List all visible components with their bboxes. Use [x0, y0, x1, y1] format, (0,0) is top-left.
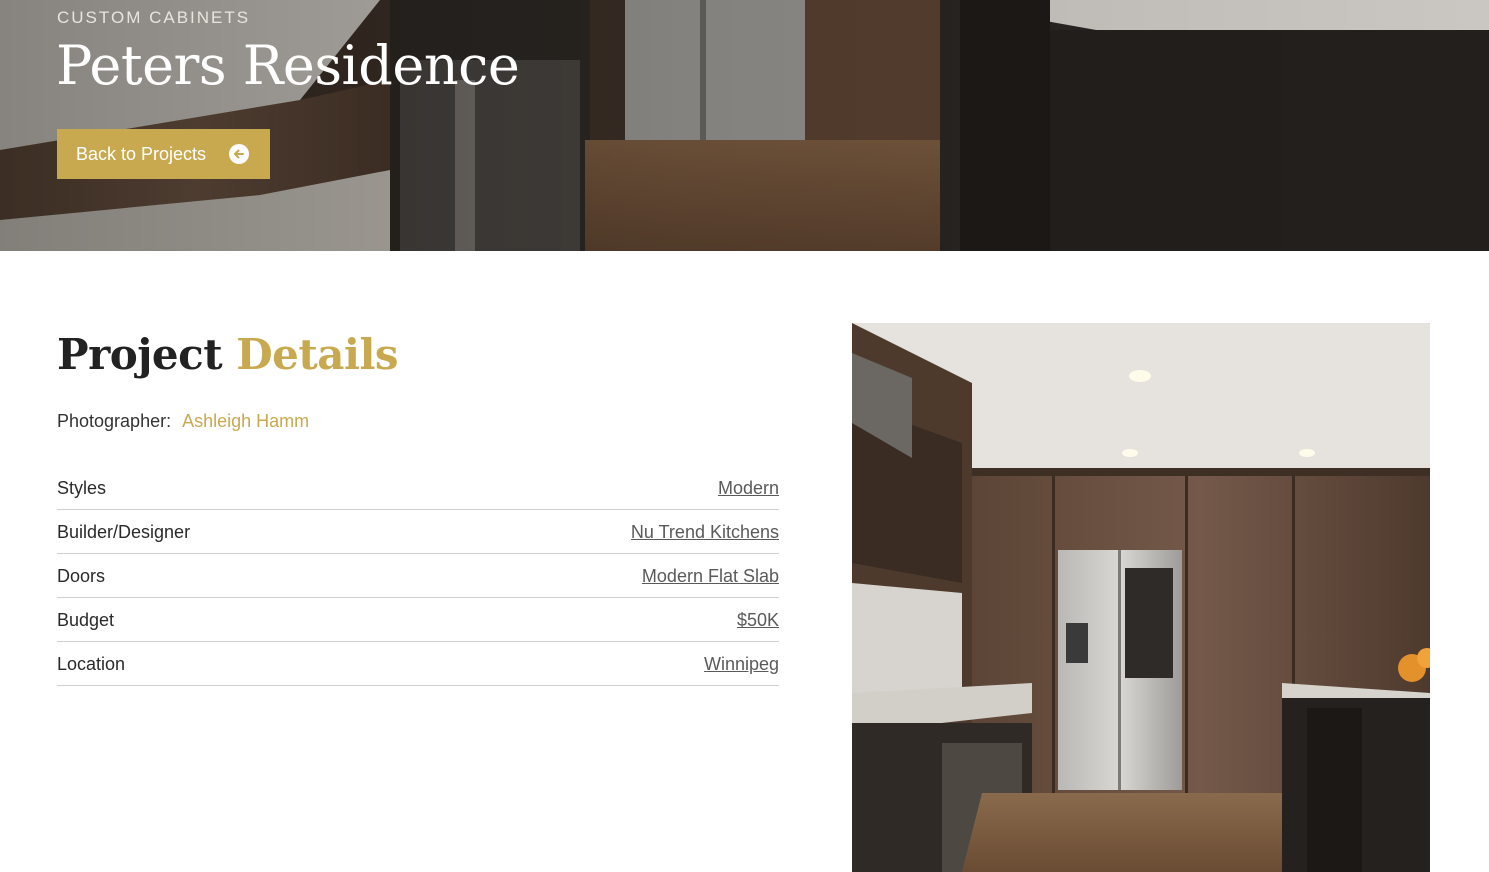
spec-label: Location — [57, 654, 126, 674]
spec-row-budget: Budget $50K — [57, 598, 779, 642]
kitchen-photo-illustration — [852, 323, 1430, 872]
photographer-name: Ashleigh Hamm — [182, 411, 310, 431]
hero-eyebrow: CUSTOM CABINETS — [57, 8, 251, 27]
project-details-heading: Project Details — [57, 330, 399, 379]
spec-row-builder: Builder/Designer Nu Trend Kitchens — [57, 510, 779, 554]
back-to-projects-label: Back to Projects — [76, 143, 207, 164]
hero-banner: CUSTOM CABINETS Peters Residence Back to… — [0, 0, 1489, 251]
spec-row-styles: Styles Modern — [57, 466, 779, 510]
spec-link-location[interactable]: Winnipeg — [704, 654, 779, 675]
photographer-label: Photographer: — [57, 411, 172, 431]
project-specs-table: Styles Modern Builder/Designer Nu Trend … — [57, 466, 779, 686]
spec-label: Doors — [57, 566, 106, 586]
arrow-left-circle-icon — [229, 144, 249, 164]
page-title: Peters Residence — [56, 34, 520, 97]
spec-label: Builder/Designer — [57, 522, 191, 542]
photographer-credit: Photographer: Ashleigh Hamm — [57, 411, 309, 432]
spec-row-doors: Doors Modern Flat Slab — [57, 554, 779, 598]
spec-link-budget[interactable]: $50K — [737, 610, 779, 631]
spec-label: Budget — [57, 610, 115, 630]
heading-part-2: Details — [236, 330, 399, 379]
heading-part-1: Project — [57, 330, 223, 379]
spec-label: Styles — [57, 478, 107, 498]
spec-row-location: Location Winnipeg — [57, 642, 779, 686]
spec-link-builder[interactable]: Nu Trend Kitchens — [631, 522, 779, 543]
kitchen-photo — [852, 323, 1430, 872]
spec-link-styles[interactable]: Modern — [718, 478, 779, 499]
spec-link-doors[interactable]: Modern Flat Slab — [642, 566, 779, 587]
back-to-projects-button[interactable]: Back to Projects — [57, 129, 270, 179]
